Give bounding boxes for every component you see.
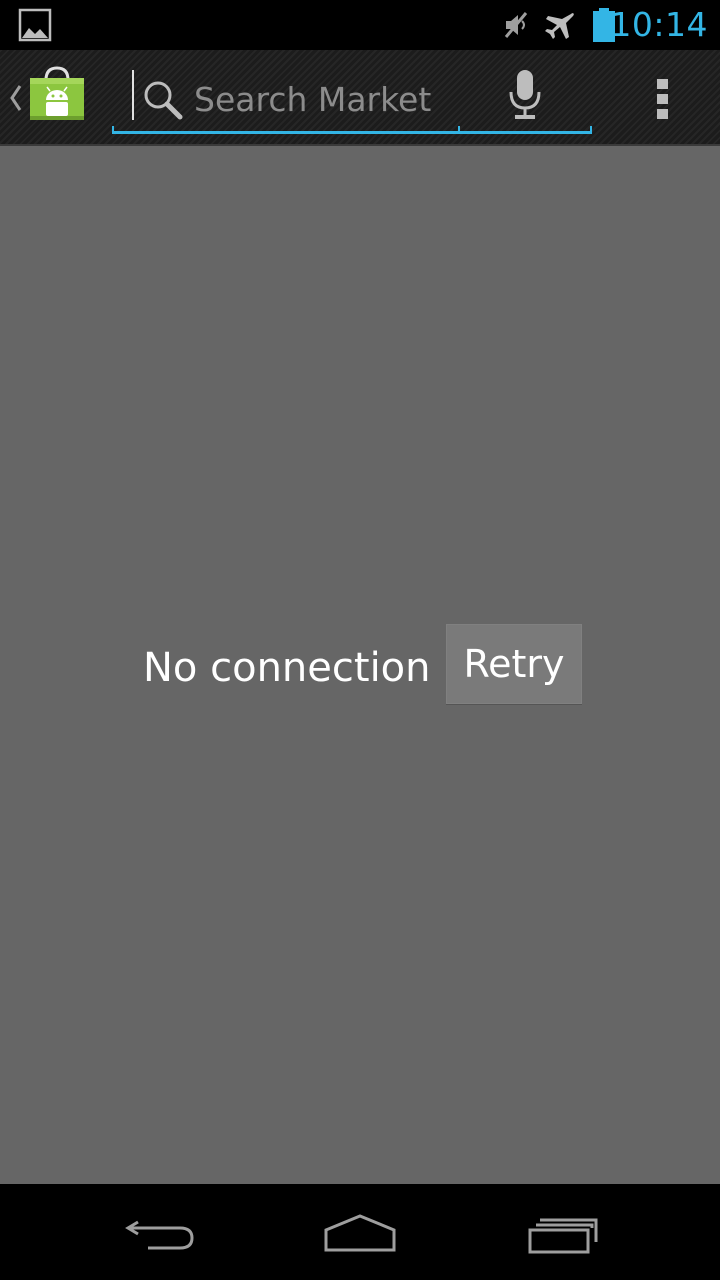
home-icon[interactable] bbox=[322, 1210, 398, 1254]
content-area: No connection Retry bbox=[0, 146, 720, 1184]
search-input[interactable] bbox=[194, 74, 454, 124]
image-notification-icon bbox=[18, 8, 52, 42]
airplane-mode-icon bbox=[545, 13, 574, 39]
clock: 10:14 bbox=[610, 5, 708, 44]
retry-button[interactable]: Retry bbox=[446, 624, 582, 704]
action-bar bbox=[0, 50, 720, 146]
search-field[interactable] bbox=[112, 68, 592, 134]
no-connection-message: No connection bbox=[143, 645, 431, 691]
screen: 10:14 Search Market No connection Retry bbox=[0, 0, 720, 1280]
search-underline-right-cap bbox=[590, 126, 592, 134]
search-underline bbox=[112, 131, 592, 134]
recent-apps-icon[interactable] bbox=[526, 1212, 600, 1256]
overflow-menu-icon[interactable] bbox=[656, 78, 670, 120]
search-underline-left-cap bbox=[112, 126, 114, 134]
up-navigation-chevron-icon[interactable] bbox=[8, 83, 22, 113]
search-underline-divider bbox=[458, 126, 460, 134]
play-market-bag-icon[interactable] bbox=[26, 64, 88, 126]
text-cursor bbox=[132, 70, 134, 120]
mute-icon bbox=[504, 12, 528, 38]
status-bar: 10:14 bbox=[0, 0, 720, 50]
microphone-icon[interactable] bbox=[506, 68, 544, 124]
search-icon bbox=[144, 81, 183, 120]
navigation-bar bbox=[0, 1184, 720, 1280]
back-icon[interactable] bbox=[124, 1214, 196, 1254]
